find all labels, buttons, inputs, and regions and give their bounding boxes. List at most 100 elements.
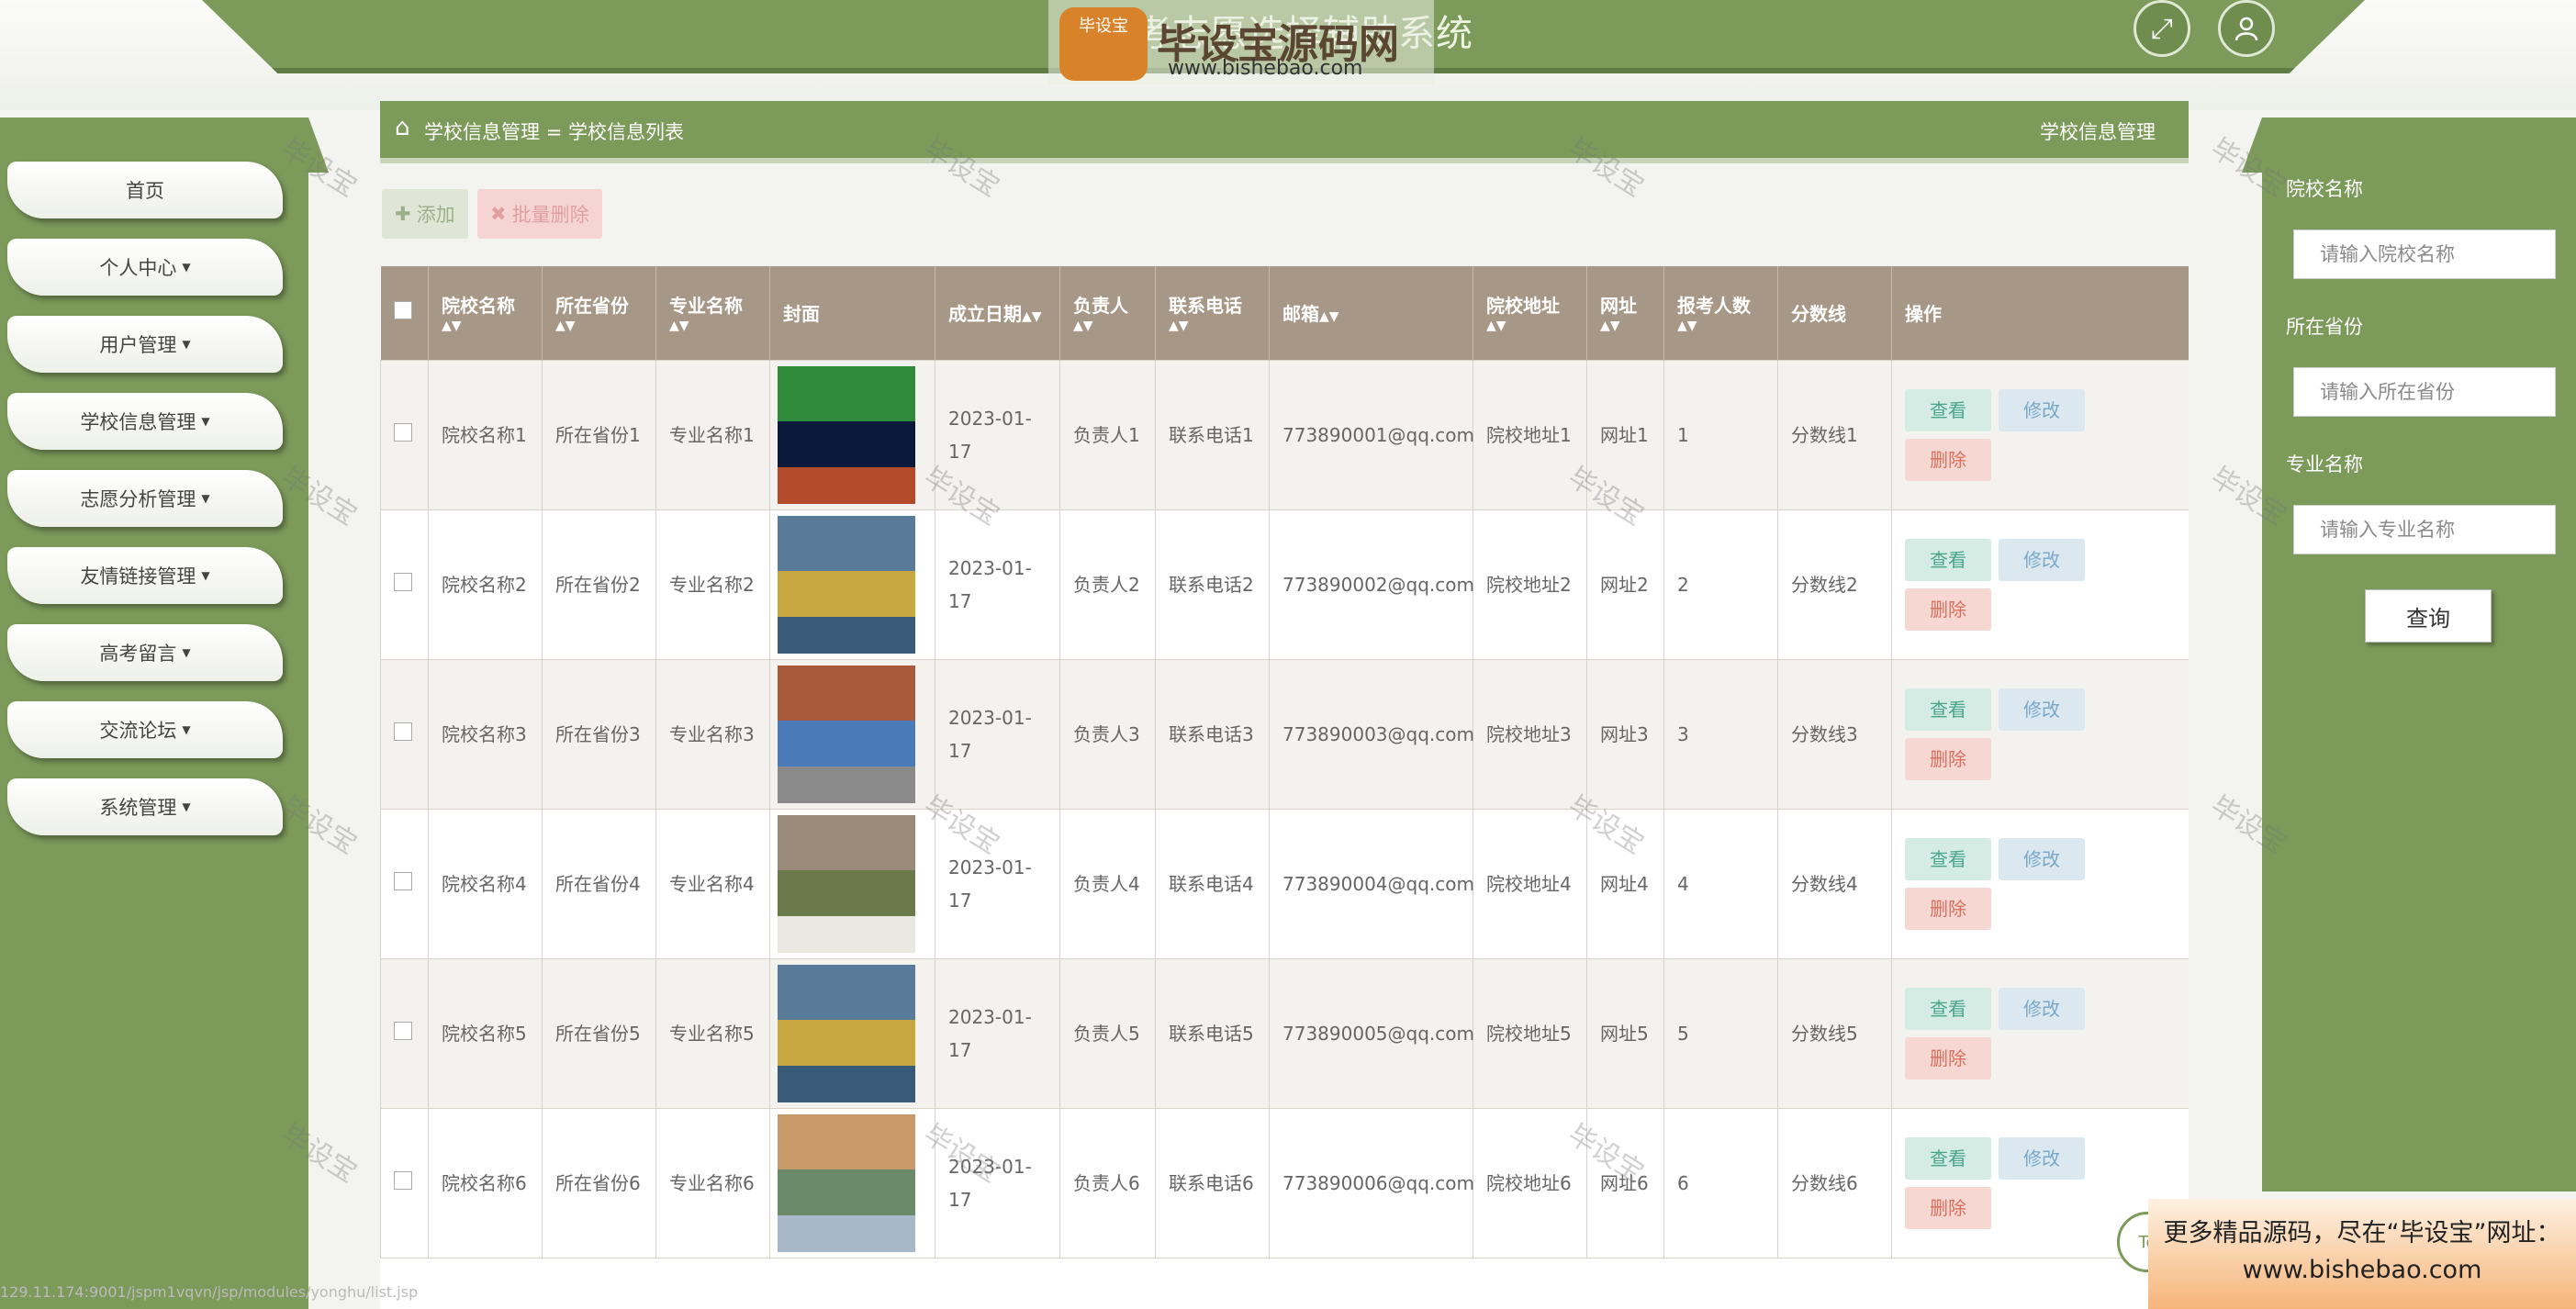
view-button[interactable]: 查看 xyxy=(1905,987,1991,1030)
sort-icon[interactable]: ▲▼ xyxy=(669,318,756,334)
caret-down-icon: ▼ xyxy=(182,723,191,736)
sort-icon[interactable]: ▲▼ xyxy=(1319,309,1339,324)
cover-image xyxy=(778,814,915,953)
sidebar-item-friend-links[interactable]: 友情链接管理 ▼ xyxy=(7,547,283,604)
row-checkbox[interactable] xyxy=(394,572,412,591)
edit-button[interactable]: 修改 xyxy=(1999,987,2085,1030)
cell-email: 773890001@qq.com xyxy=(1269,359,1474,510)
sidebar-item-school-info[interactable]: 学校信息管理 ▼ xyxy=(7,393,283,450)
select-all-checkbox[interactable] xyxy=(393,301,412,320)
sidebar-item-forum[interactable]: 交流论坛 ▼ xyxy=(7,701,283,758)
search-input-name[interactable] xyxy=(2293,229,2556,279)
sidebar-item-system[interactable]: 系统管理 ▼ xyxy=(7,778,283,835)
breadcrumb-path: 学校信息管理 = 学校信息列表 xyxy=(424,117,684,145)
row-checkbox[interactable] xyxy=(394,871,412,890)
plus-icon: ✚ xyxy=(395,203,411,225)
sort-icon[interactable]: ▲▼ xyxy=(1022,309,1042,324)
cell-name: 院校名称2 xyxy=(428,509,543,660)
row-select-cell xyxy=(380,1107,429,1259)
cell-name: 院校名称5 xyxy=(428,957,543,1109)
cell-leader: 负责人1 xyxy=(1059,359,1156,510)
user-button[interactable] xyxy=(2218,0,2275,57)
edit-button[interactable]: 修改 xyxy=(1999,388,2085,431)
cell-leader: 负责人2 xyxy=(1059,509,1156,660)
delete-button[interactable]: 删除 xyxy=(1905,887,1991,930)
sort-icon[interactable]: ▲▼ xyxy=(1600,318,1651,334)
row-checkbox[interactable] xyxy=(394,1021,412,1040)
sidebar-item-label: 高考留言 xyxy=(99,643,177,665)
col-header-actions: 操作 xyxy=(1891,266,2189,360)
row-select-cell xyxy=(380,658,429,810)
cell-cover xyxy=(769,509,935,660)
cell-date: 2023-01-17 xyxy=(935,509,1060,660)
edit-button[interactable]: 修改 xyxy=(1999,688,2085,731)
col-header-leader[interactable]: 负责人 ▲▼ xyxy=(1059,266,1156,360)
col-header-name[interactable]: 院校名称 ▲▼ xyxy=(428,266,543,360)
fullscreen-button[interactable]: ⤢ xyxy=(2134,0,2190,57)
sidebar-item-user-management[interactable]: 用户管理 ▼ xyxy=(7,316,283,373)
sort-icon[interactable]: ▲▼ xyxy=(555,318,643,334)
cell-count: 4 xyxy=(1663,808,1778,959)
sidebar-item-volunteer-analysis[interactable]: 志愿分析管理 ▼ xyxy=(7,470,283,527)
search-input-province[interactable] xyxy=(2293,367,2556,417)
sort-icon[interactable]: ▲▼ xyxy=(1073,318,1142,334)
cell-major: 专业名称1 xyxy=(655,359,770,510)
sort-icon[interactable]: ▲▼ xyxy=(1169,318,1256,334)
logo-url: www.bishebao.com xyxy=(1168,57,1363,80)
col-header-major[interactable]: 专业名称 ▲▼ xyxy=(655,266,770,360)
cell-address: 院校地址4 xyxy=(1473,808,1587,959)
search-input-major[interactable] xyxy=(2293,505,2556,554)
caret-down-icon: ▼ xyxy=(182,800,191,813)
cell-cover xyxy=(769,808,935,959)
col-header-site[interactable]: 网址 ▲▼ xyxy=(1586,266,1664,360)
sidebar-item-personal-center[interactable]: 个人中心 ▼ xyxy=(7,239,283,296)
col-header-phone[interactable]: 联系电话 ▲▼ xyxy=(1155,266,1270,360)
cell-cover xyxy=(769,1107,935,1259)
sort-icon[interactable]: ▲▼ xyxy=(442,318,529,334)
promo-banner[interactable]: 更多精品源码，尽在“毕设宝”网址： www.bishebao.com xyxy=(2148,1199,2576,1309)
add-button[interactable]: ✚ 添加 xyxy=(382,189,468,239)
cell-major: 专业名称3 xyxy=(655,658,770,810)
edit-button[interactable]: 修改 xyxy=(1999,1136,2085,1180)
view-button[interactable]: 查看 xyxy=(1905,837,1991,880)
edit-button[interactable]: 修改 xyxy=(1999,837,2085,880)
cell-count: 5 xyxy=(1663,957,1778,1109)
batch-delete-button[interactable]: ✖ 批量删除 xyxy=(477,189,602,239)
view-button[interactable]: 查看 xyxy=(1905,1136,1991,1180)
cell-major: 专业名称2 xyxy=(655,509,770,660)
query-button[interactable]: 查询 xyxy=(2365,589,2492,643)
col-header-province[interactable]: 所在省份 ▲▼ xyxy=(542,266,656,360)
delete-button[interactable]: 删除 xyxy=(1905,587,1991,631)
delete-button[interactable]: 删除 xyxy=(1905,1036,1991,1080)
col-header-email[interactable]: 邮箱▲▼ xyxy=(1269,266,1473,360)
sort-icon[interactable]: ▲▼ xyxy=(1486,318,1574,334)
caret-down-icon: ▼ xyxy=(182,261,191,274)
view-button[interactable]: 查看 xyxy=(1905,538,1991,581)
cell-email: 773890002@qq.com xyxy=(1269,509,1474,660)
sidebar-item-messages[interactable]: 高考留言 ▼ xyxy=(7,624,283,681)
add-button-label: 添加 xyxy=(416,204,455,226)
row-checkbox[interactable] xyxy=(394,1170,412,1190)
col-header-date[interactable]: 成立日期▲▼ xyxy=(935,266,1060,360)
delete-button[interactable]: 删除 xyxy=(1905,737,1991,780)
cell-province: 所在省份5 xyxy=(542,957,656,1109)
breadcrumb-item-school-management[interactable]: 学校信息管理 xyxy=(424,121,540,143)
delete-button[interactable]: 删除 xyxy=(1905,1186,1991,1229)
row-checkbox[interactable] xyxy=(394,422,412,442)
cell-date: 2023-01-17 xyxy=(935,808,1060,959)
edit-button[interactable]: 修改 xyxy=(1999,538,2085,581)
row-checkbox[interactable] xyxy=(394,722,412,741)
view-button[interactable]: 查看 xyxy=(1905,388,1991,431)
col-header-address[interactable]: 院校地址 ▲▼ xyxy=(1473,266,1587,360)
home-icon[interactable]: ⌂ xyxy=(395,114,410,141)
cell-province: 所在省份4 xyxy=(542,808,656,959)
delete-button[interactable]: 删除 xyxy=(1905,438,1991,481)
cell-email: 773890006@qq.com xyxy=(1269,1107,1474,1259)
sidebar-item-home[interactable]: 首页 xyxy=(7,162,283,218)
user-icon xyxy=(2234,17,2258,41)
sidebar-item-label: 个人中心 xyxy=(99,257,177,279)
view-button[interactable]: 查看 xyxy=(1905,688,1991,731)
col-header-count[interactable]: 报考人数 ▲▼ xyxy=(1663,266,1778,360)
cell-site: 网址3 xyxy=(1586,658,1664,810)
sort-icon[interactable]: ▲▼ xyxy=(1677,318,1764,334)
